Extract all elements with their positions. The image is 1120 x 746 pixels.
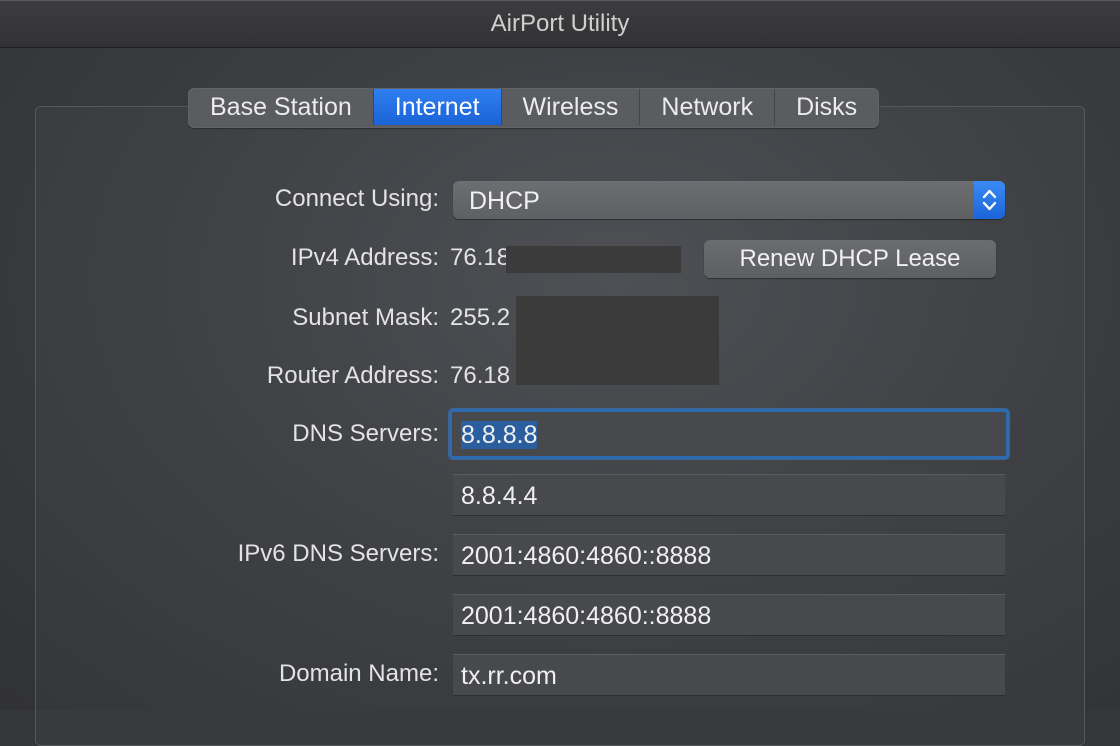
- tab-wireless[interactable]: Wireless: [502, 89, 641, 125]
- router-address-value: 76.18: [450, 362, 511, 389]
- ipv4-address-label: IPv4 Address:: [290, 244, 439, 271]
- connect-using-select[interactable]: DHCP: [453, 181, 1005, 219]
- dns-secondary-field[interactable]: 8.8.4.4: [453, 474, 1005, 516]
- tab-internet[interactable]: Internet: [373, 89, 502, 125]
- ipv6-dns-servers-label: IPv6 DNS Servers:: [237, 540, 439, 567]
- dns-servers-label: DNS Servers:: [292, 420, 439, 447]
- up-down-chevron-icon: [974, 181, 1005, 219]
- connect-using-label: Connect Using:: [274, 185, 439, 212]
- tab-base-station[interactable]: Base Station: [189, 89, 374, 125]
- domain-name-value: tx.rr.com: [461, 662, 557, 690]
- tab-disks[interactable]: Disks: [775, 89, 878, 125]
- window-title: AirPort Utility: [490, 10, 630, 37]
- domain-name-field[interactable]: tx.rr.com: [453, 654, 1005, 696]
- redaction-block: [506, 246, 681, 273]
- domain-name-label: Domain Name:: [278, 660, 439, 687]
- subnet-mask-value: 255.2: [450, 304, 511, 331]
- dns-primary-value: 8.8.8.8: [461, 421, 538, 449]
- title-bar: AirPort Utility: [0, 0, 1120, 48]
- ipv6-dns-secondary-value: 2001:4860:4860::8888: [461, 602, 712, 630]
- connect-using-value: DHCP: [469, 187, 540, 215]
- redaction-block: [516, 296, 719, 385]
- renew-dhcp-lease-button[interactable]: Renew DHCP Lease: [704, 240, 996, 278]
- ipv6-dns-primary-value: 2001:4860:4860::8888: [461, 542, 712, 570]
- ipv6-dns-primary-field[interactable]: 2001:4860:4860::8888: [453, 534, 1005, 576]
- tab-bar: Base Station Internet Wireless Network D…: [188, 88, 880, 128]
- tab-network[interactable]: Network: [640, 89, 776, 125]
- ipv6-dns-secondary-field[interactable]: 2001:4860:4860::8888: [453, 594, 1005, 636]
- dns-primary-field[interactable]: 8.8.8.8: [449, 409, 1009, 459]
- subnet-mask-label: Subnet Mask:: [292, 304, 439, 331]
- router-address-label: Router Address:: [266, 362, 439, 389]
- ipv4-address-value: 76.18: [450, 244, 511, 271]
- dns-secondary-value: 8.8.4.4: [461, 482, 538, 510]
